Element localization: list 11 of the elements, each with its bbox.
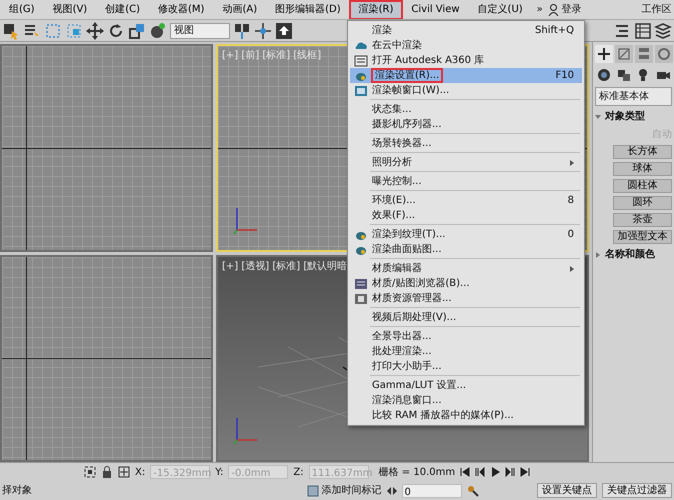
workspace-label: 工作区 xyxy=(642,3,672,17)
shortcut-label: 8 xyxy=(568,194,574,208)
shortcut-label: Shift+Q xyxy=(535,24,574,38)
shortcut-label: F10 xyxy=(556,69,574,83)
coordinate-label: Y: xyxy=(215,466,224,480)
shortcut-label: 0 xyxy=(568,228,574,242)
grid-size-label: 栅格 = 10.0mm xyxy=(378,466,456,480)
coordinate-label: Z: xyxy=(293,466,304,480)
dropdown-value: 视图 xyxy=(174,24,194,38)
coordinate-label: X: xyxy=(135,466,146,480)
status-prompt: 择对象 xyxy=(2,484,32,498)
